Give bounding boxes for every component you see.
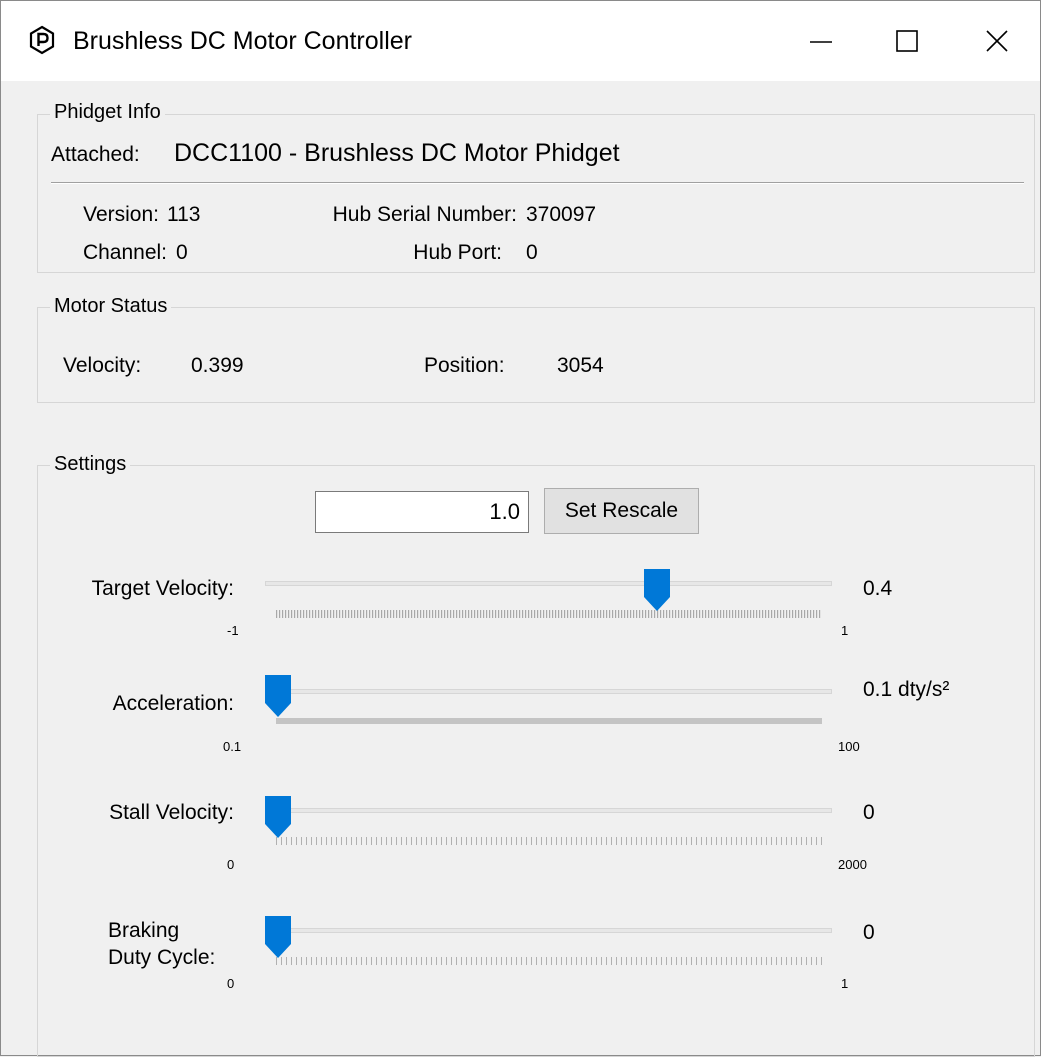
- maximize-icon: [896, 30, 918, 52]
- stall-velocity-track[interactable]: [265, 808, 832, 813]
- minimize-icon: [810, 41, 832, 43]
- attached-value: DCC1100 - Brushless DC Motor Phidget: [174, 139, 620, 167]
- rescale-input[interactable]: 1.0: [315, 491, 529, 533]
- version-value: 113: [167, 203, 201, 226]
- version-label: Version:: [83, 203, 159, 226]
- acceleration-max: 100: [838, 739, 860, 754]
- velocity-label: Velocity:: [63, 354, 142, 377]
- title-bar[interactable]: Brushless DC Motor Controller: [1, 1, 1040, 81]
- acceleration-label: Acceleration:: [112, 692, 234, 715]
- position-label: Position:: [424, 354, 505, 377]
- hub-serial-label: Hub Serial Number:: [332, 203, 517, 226]
- stall-velocity-value: 0: [863, 801, 875, 824]
- phidget-info-title: Phidget Info: [50, 101, 165, 124]
- target-velocity-track[interactable]: [265, 581, 832, 586]
- target-velocity-label: Target Velocity:: [91, 577, 234, 600]
- attached-label: Attached:: [51, 143, 140, 166]
- braking-value: 0: [863, 921, 875, 944]
- close-button[interactable]: [951, 1, 1041, 81]
- acceleration-value: 0.1 dty/s²: [863, 678, 950, 701]
- window-title: Brushless DC Motor Controller: [73, 27, 412, 55]
- hub-port-value: 0: [526, 241, 538, 264]
- maximize-button[interactable]: [861, 1, 953, 81]
- target-velocity-max: 1: [841, 623, 849, 638]
- phidgets-logo-icon: [29, 25, 55, 55]
- braking-label-line1: Braking: [108, 919, 180, 942]
- acceleration-ticks: [276, 718, 822, 724]
- stall-velocity-ticks: [276, 837, 822, 845]
- braking-min: 0: [227, 976, 235, 991]
- braking-label-line2: Duty Cycle:: [108, 946, 216, 969]
- braking-thumb[interactable]: [265, 916, 291, 958]
- hub-port-label: Hub Port:: [413, 241, 502, 264]
- braking-max: 1: [841, 976, 849, 991]
- position-value: 3054: [557, 354, 604, 377]
- hub-serial-value: 370097: [526, 203, 597, 226]
- motor-status-title: Motor Status: [50, 295, 172, 318]
- target-velocity-min: -1: [227, 623, 239, 638]
- motor-status-group: [37, 307, 1035, 403]
- info-divider: [51, 182, 1024, 184]
- velocity-value: 0.399: [191, 354, 244, 377]
- channel-label: Channel:: [82, 241, 167, 264]
- acceleration-min: 0.1: [223, 739, 242, 754]
- set-rescale-button[interactable]: Set Rescale: [544, 488, 699, 534]
- stall-velocity-label: Stall Velocity:: [109, 801, 234, 824]
- stall-velocity-max: 2000: [838, 857, 867, 872]
- acceleration-track[interactable]: [265, 689, 832, 694]
- target-velocity-thumb[interactable]: [643, 569, 670, 611]
- stall-velocity-thumb[interactable]: [265, 796, 291, 838]
- stall-velocity-min: 0: [227, 857, 235, 872]
- target-velocity-ticks: [276, 610, 822, 618]
- channel-value: 0: [176, 241, 188, 264]
- close-icon: [986, 30, 1008, 52]
- target-velocity-value: 0.4: [863, 577, 893, 600]
- braking-track[interactable]: [265, 928, 832, 933]
- acceleration-thumb[interactable]: [265, 675, 291, 717]
- minimize-button[interactable]: [775, 1, 867, 81]
- app-window: Brushless DC Motor Controller Phidget In…: [0, 0, 1041, 1057]
- settings-title: Settings: [50, 453, 131, 476]
- braking-ticks: [276, 957, 822, 965]
